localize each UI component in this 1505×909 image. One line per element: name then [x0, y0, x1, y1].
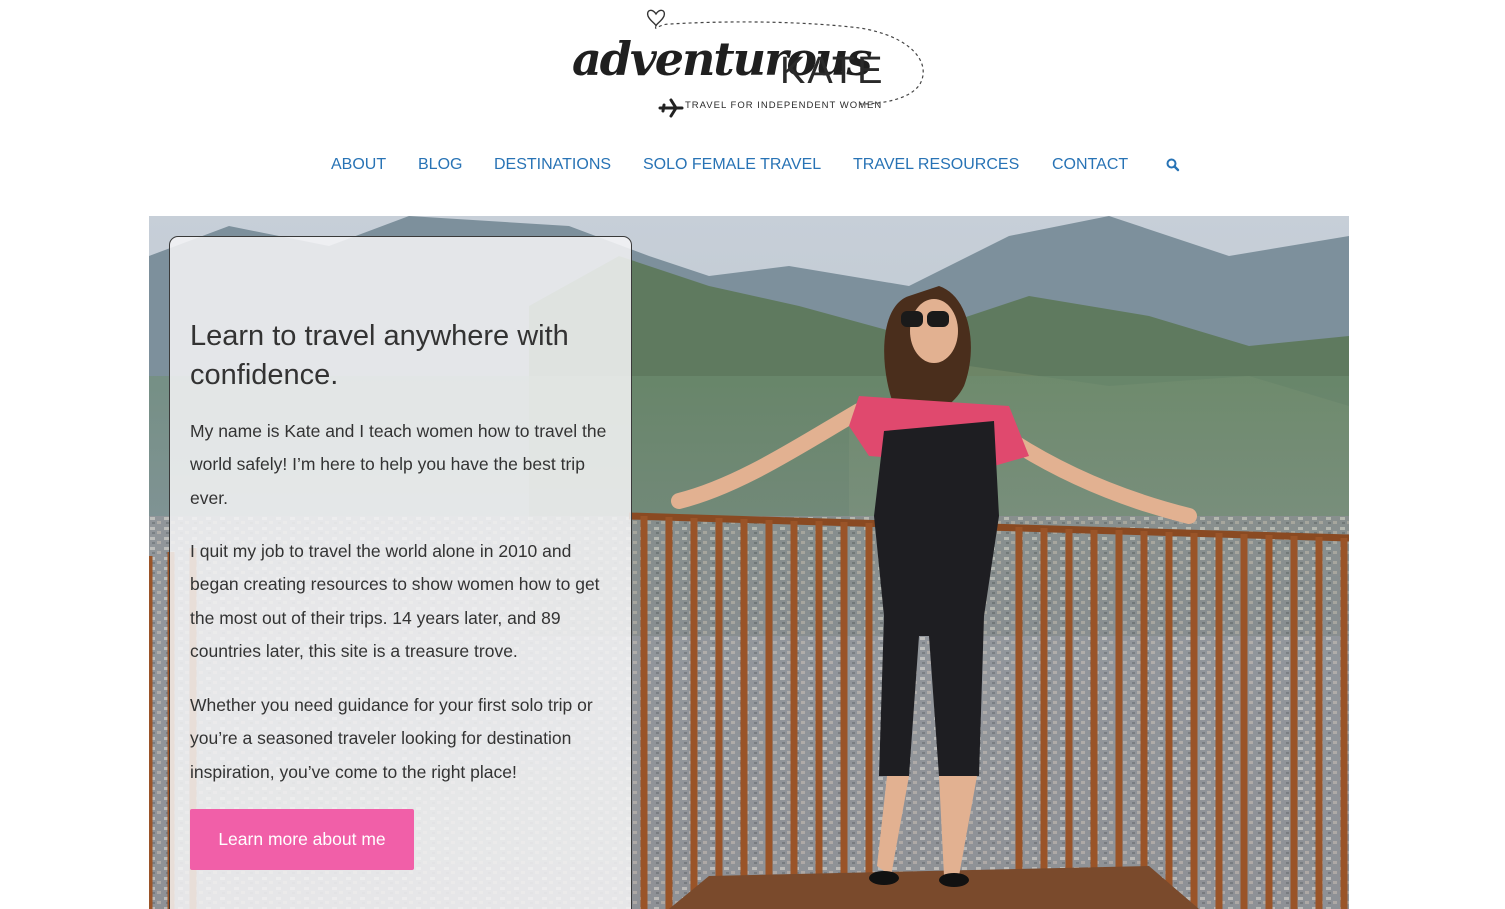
- nav-item-travel-resources[interactable]: TRAVEL RESOURCES: [853, 155, 1019, 175]
- nav-item-about[interactable]: ABOUT: [331, 155, 386, 175]
- nav-item-contact[interactable]: CONTACT: [1052, 155, 1128, 175]
- logo-tagline: TRAVEL FOR INDEPENDENT WOMEN: [685, 100, 883, 111]
- intro-paragraph-3: Whether you need guidance for your first…: [190, 695, 593, 782]
- hero-title: Learn to travel anywhere with confidence…: [190, 320, 569, 391]
- site-logo[interactable]: adventurous KATE TRAVEL FOR INDEPENDENT …: [560, 2, 930, 122]
- nav-item-solo-female-travel[interactable]: SOLO FEMALE TRAVEL: [643, 155, 821, 175]
- main-navigation: ABOUT BLOG DESTINATIONS SOLO FEMALE TRAV…: [0, 155, 1505, 177]
- search-icon[interactable]: [1165, 157, 1181, 173]
- hero-section: Learn to travel anywhere with confidence…: [149, 216, 1349, 909]
- nav-item-blog[interactable]: BLOG: [418, 155, 462, 175]
- nav-item-destinations[interactable]: DESTINATIONS: [494, 155, 611, 175]
- intro-card: Learn to travel anywhere with confidence…: [169, 236, 632, 909]
- site-header: adventurous KATE TRAVEL FOR INDEPENDENT …: [0, 0, 1505, 130]
- intro-paragraph-2: I quit my job to travel the world alone …: [190, 541, 600, 661]
- learn-more-button[interactable]: Learn more about me: [190, 809, 414, 870]
- logo-name-text: KATE: [780, 50, 885, 92]
- intro-paragraph-1: My name is Kate and I teach women how to…: [190, 421, 607, 508]
